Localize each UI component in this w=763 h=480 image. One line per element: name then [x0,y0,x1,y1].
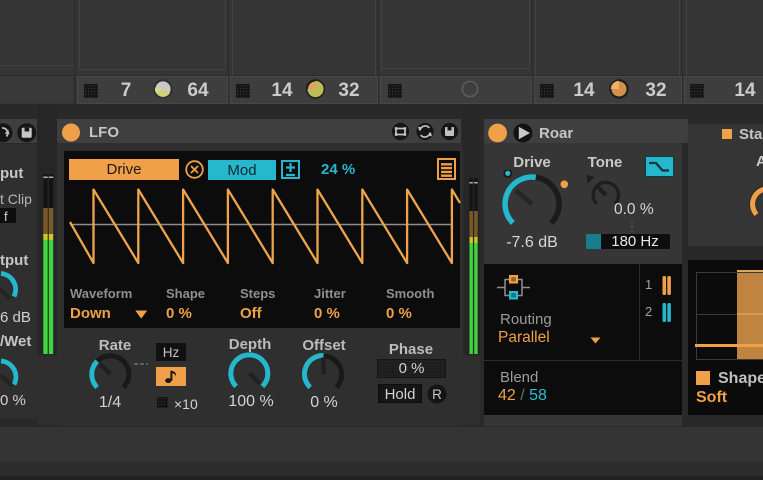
svg-text:R: R [432,387,442,402]
